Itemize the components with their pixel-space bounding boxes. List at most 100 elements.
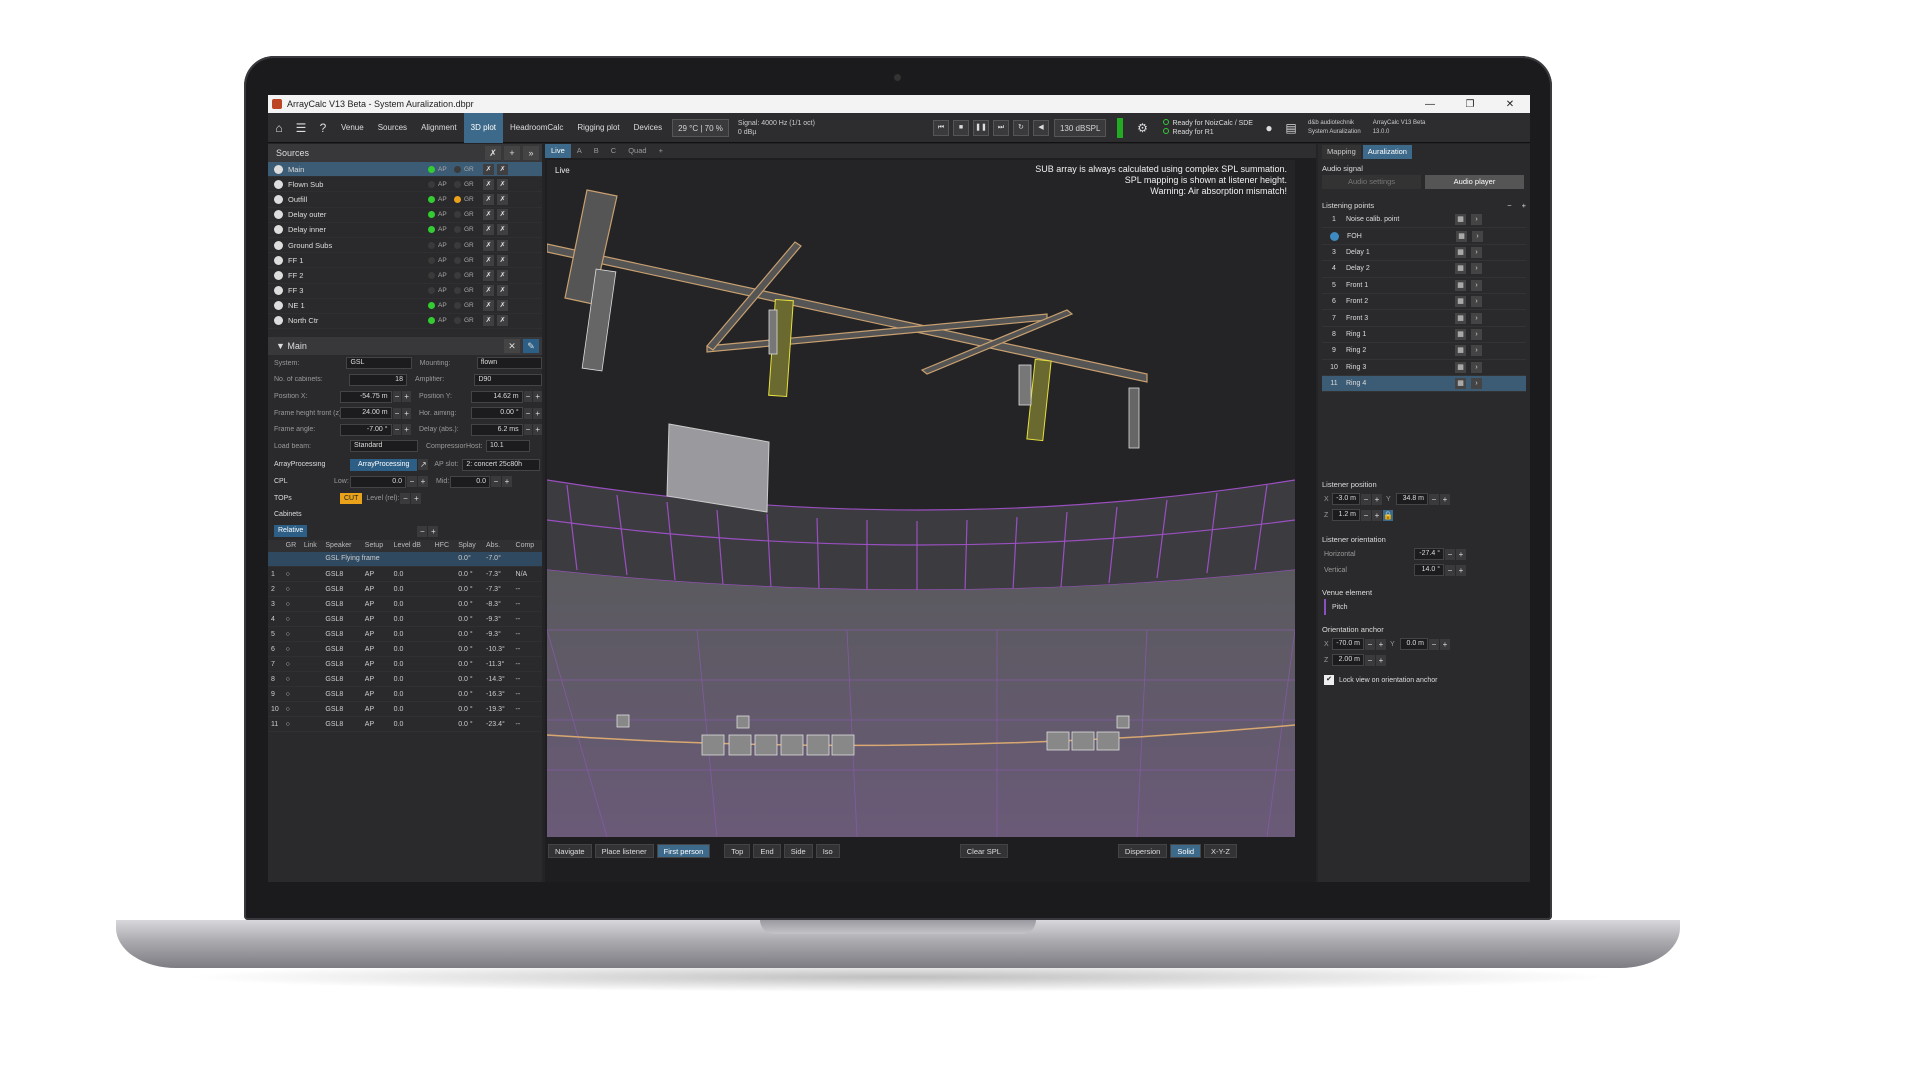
right-tab-mapping[interactable]: Mapping: [1322, 145, 1361, 159]
mute-icon[interactable]: ✗: [483, 239, 494, 251]
lp-open-icon[interactable]: ›: [1471, 246, 1482, 258]
relative-button[interactable]: Relative: [274, 525, 308, 538]
pin-icon[interactable]: ✗: [485, 146, 501, 160]
ay-plus[interactable]: +: [1440, 638, 1450, 650]
lp-settings-icon[interactable]: ▦: [1455, 214, 1466, 226]
lp-settings-icon[interactable]: ▦: [1455, 312, 1466, 324]
table-row[interactable]: 9 ○ GSL8 AP 0.0 0.0 ° -16.3° --: [268, 686, 542, 703]
splay-cell[interactable]: 0.0 °: [455, 581, 484, 598]
level-minus[interactable]: −: [400, 492, 411, 504]
hfc-cell[interactable]: [431, 611, 456, 628]
system-select[interactable]: GSL: [346, 357, 412, 370]
tab-sources[interactable]: Sources: [371, 113, 414, 143]
z-minus[interactable]: −: [1361, 509, 1371, 521]
source-row[interactable]: FF 2 AP GR ✗ ✗: [268, 268, 542, 284]
speaker-cell[interactable]: GSL8: [322, 566, 362, 583]
lp-plus[interactable]: +: [1522, 201, 1526, 210]
horizontal-input[interactable]: -27.4 °: [1414, 548, 1444, 561]
ay-input[interactable]: 0.0 m: [1400, 638, 1428, 651]
listening-point-row[interactable]: 8 Ring 1 ▦ ›: [1322, 327, 1526, 344]
listening-point-row[interactable]: 11 Ring 4 ▦ ›: [1322, 375, 1526, 393]
edit-icon[interactable]: ✎: [523, 339, 539, 354]
source-row[interactable]: FF 1 AP GR ✗ ✗: [268, 253, 542, 269]
splay-cell[interactable]: 0.0 °: [455, 626, 484, 643]
tab-3d-plot[interactable]: 3D plot: [463, 112, 503, 143]
az-input[interactable]: 2.00 m: [1332, 654, 1364, 667]
mute-icon[interactable]: ✗: [483, 269, 494, 281]
source-row[interactable]: FF 3 AP GR ✗ ✗: [268, 284, 542, 299]
view-tab-a[interactable]: A: [571, 144, 588, 158]
vertical-minus[interactable]: −: [1445, 564, 1455, 576]
tab-rigging-plot[interactable]: Rigging plot: [570, 113, 626, 143]
mute-icon[interactable]: ✗: [483, 315, 494, 327]
source-row[interactable]: Delay outer AP GR ✗ ✗: [268, 208, 542, 223]
hor-minus[interactable]: −: [523, 407, 533, 419]
hfc-cell[interactable]: [431, 701, 456, 718]
speaker-cell[interactable]: GSL8: [322, 671, 362, 688]
table-row[interactable]: 10 ○ GSL8 AP 0.0 0.0 ° -19.3° --: [268, 701, 542, 718]
level-cell[interactable]: 0.0: [390, 716, 432, 733]
setup-cell[interactable]: AP: [361, 656, 391, 673]
speaker-cell[interactable]: GSL8: [322, 716, 362, 733]
gr-cell[interactable]: ○: [282, 596, 301, 613]
view-button-place-listener[interactable]: Place listener: [594, 844, 654, 858]
setup-cell[interactable]: AP: [361, 716, 391, 733]
gr-cell[interactable]: ○: [282, 656, 301, 673]
splay-cell[interactable]: 0.0 °: [455, 686, 484, 703]
lp-settings-icon[interactable]: ▦: [1455, 263, 1466, 275]
hor-input[interactable]: 0.00 °: [471, 407, 523, 420]
lp-open-icon[interactable]: ›: [1471, 279, 1482, 291]
collapse-icon[interactable]: ▼: [276, 341, 287, 351]
setup-cell[interactable]: AP: [361, 626, 391, 643]
setup-cell[interactable]: AP: [361, 581, 391, 598]
solo-icon[interactable]: ✗: [497, 193, 508, 205]
delay-plus[interactable]: +: [533, 424, 543, 436]
hfc-cell[interactable]: [431, 716, 456, 733]
lp-settings-icon[interactable]: ▦: [1455, 345, 1466, 357]
view-button-navigate[interactable]: Navigate: [548, 844, 592, 858]
x-minus[interactable]: −: [1361, 493, 1371, 505]
cabinets-input[interactable]: 18: [349, 373, 407, 386]
load-select[interactable]: Standard: [350, 440, 418, 453]
splay-cell[interactable]: 0.0 °: [455, 716, 484, 733]
table-row[interactable]: 8 ○ GSL8 AP 0.0 0.0 ° -14.3° --: [268, 671, 542, 688]
climate-display[interactable]: 29 °C | 70 %: [672, 118, 729, 137]
hfc-cell[interactable]: [431, 641, 456, 658]
level-cell[interactable]: 0.0: [390, 581, 432, 598]
link-cell[interactable]: [300, 701, 323, 718]
home-icon[interactable]: ⌂: [269, 118, 289, 138]
hfc-cell[interactable]: [431, 671, 456, 688]
az-plus[interactable]: +: [1376, 654, 1386, 666]
lp-open-icon[interactable]: ›: [1471, 214, 1482, 226]
lp-settings-icon[interactable]: ▦: [1455, 279, 1466, 291]
posy-minus[interactable]: −: [523, 391, 533, 403]
source-row[interactable]: Ground Subs AP GR ✗ ✗: [268, 238, 542, 254]
mute-icon[interactable]: ✗: [483, 178, 494, 190]
vertical-input[interactable]: 14.0 °: [1414, 564, 1444, 577]
setup-cell[interactable]: AP: [361, 641, 391, 658]
speaker-cell[interactable]: GSL8: [322, 596, 362, 613]
gr-cell[interactable]: ○: [282, 716, 301, 733]
audio-player-tab[interactable]: Audio player: [1425, 175, 1524, 189]
source-row[interactable]: Main AP GR ✗ ✗: [268, 162, 542, 178]
spl-select[interactable]: 130 dBSPL: [1053, 118, 1107, 137]
link-cell[interactable]: [300, 581, 323, 598]
view-tab-quad[interactable]: Quad: [622, 144, 652, 158]
level-cell[interactable]: 0.0: [390, 686, 432, 703]
apslot-select[interactable]: 2: concert 25c80h: [462, 458, 541, 471]
listening-point-row[interactable]: 1 Noise calib. point ▦ ›: [1322, 212, 1526, 229]
listening-point-row[interactable]: 10 Ring 3 ▦ ›: [1322, 360, 1526, 376]
help-icon[interactable]: ?: [313, 118, 333, 138]
lock-checkbox[interactable]: ✔: [1324, 675, 1334, 686]
level-plus[interactable]: +: [411, 492, 422, 504]
network-icon[interactable]: ⚙: [1132, 118, 1152, 138]
maximize-button[interactable]: ❐: [1450, 99, 1490, 110]
listening-point-row[interactable]: 4 Delay 2 ▦ ›: [1322, 261, 1526, 278]
speaker-cell[interactable]: GSL8: [322, 701, 362, 718]
ap-edit-icon[interactable]: ↗: [418, 459, 429, 471]
lp-settings-icon[interactable]: ▦: [1455, 378, 1466, 390]
view-tab-b[interactable]: B: [588, 144, 605, 158]
level-cell[interactable]: 0.0: [390, 671, 432, 688]
table-row[interactable]: 2 ○ GSL8 AP 0.0 0.0 ° -7.3° --: [268, 581, 542, 598]
y-minus[interactable]: −: [1429, 493, 1439, 505]
